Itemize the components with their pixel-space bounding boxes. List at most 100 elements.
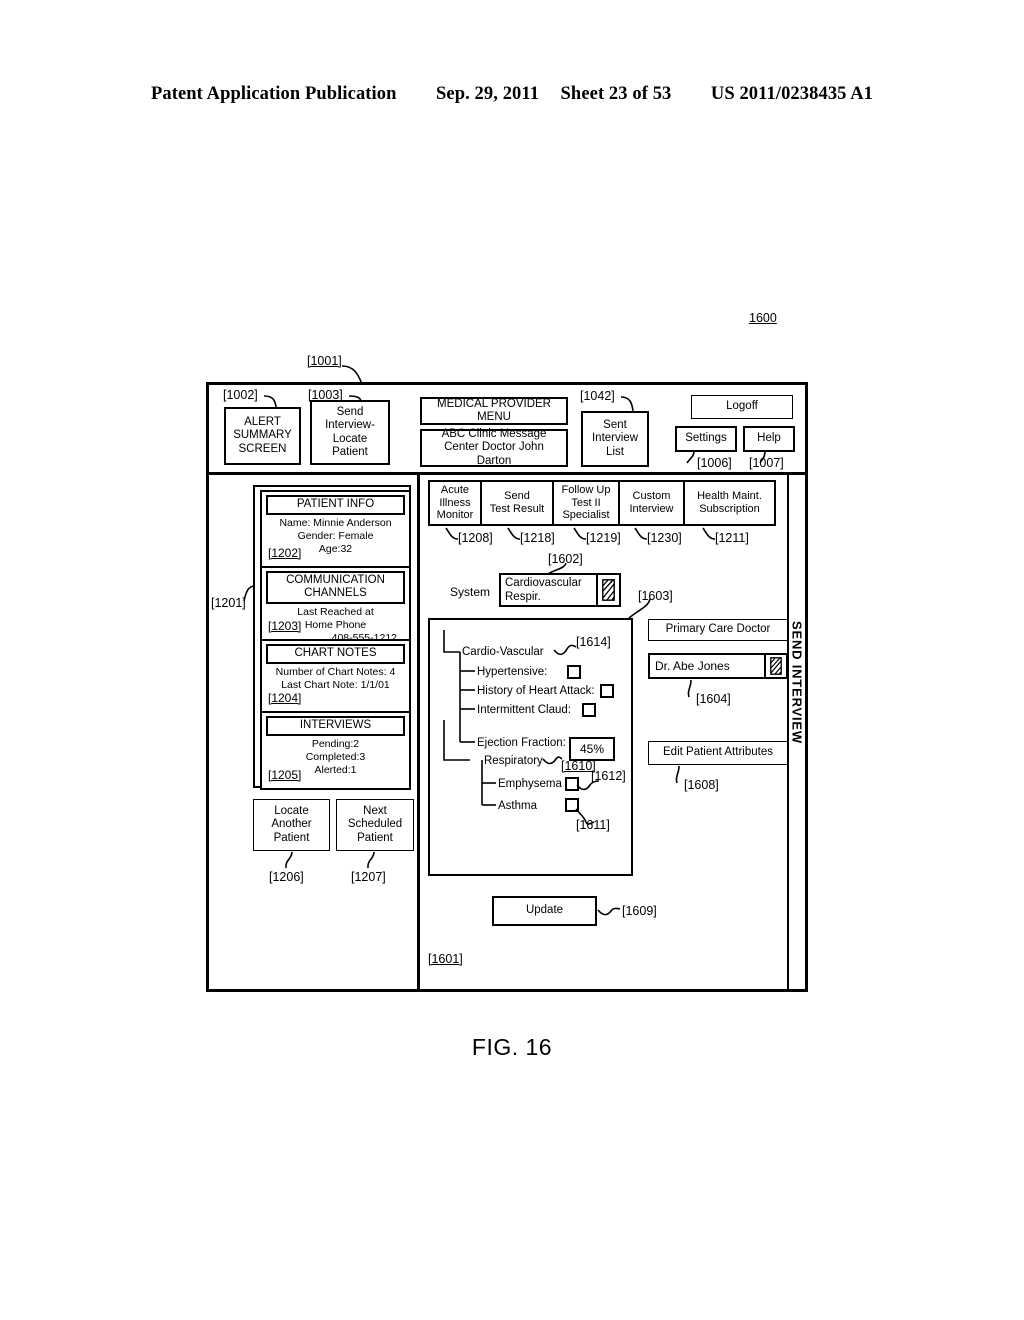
chart-notes-section: CHART NOTES Number of Chart Notes: 4 Las… (260, 639, 411, 713)
publication-date: Sep. 29, 2011 (436, 84, 540, 104)
doctor-select-value: Dr. Abe Jones (655, 659, 730, 673)
medical-provider-menu-button[interactable]: MEDICAL PROVIDER MENU (420, 397, 568, 425)
header-gap-3 (676, 84, 706, 105)
tree-node-respiratory[interactable]: Respiratory (484, 755, 543, 768)
tab-health-maintenance-subscription-label: Health Maint. Subscription (697, 490, 762, 515)
interviews-section: INTERVIEWS Pending:2 Completed:3 Alerted… (260, 711, 411, 790)
send-interview-locate-patient-label: Send Interview- Locate Patient (325, 405, 375, 458)
interview-type-tabs: Acute Illness Monitor Send Test Result Foll… (428, 480, 776, 526)
ref-1204-label: [1204] (268, 691, 302, 705)
patient-info-title: PATIENT INFO (266, 495, 405, 516)
patient-card: PATIENT INFO Name: Minnie Anderson Gende… (253, 485, 411, 790)
abc-clinic-message-center-button[interactable]: ABC Clinic Message Center Doctor John Dart… (420, 428, 568, 467)
tree-node-history-of-heart-attack: History of Heart Attack: (477, 685, 595, 697)
patient-info-section: PATIENT INFO Name: Minnie Anderson Gende… (260, 490, 411, 568)
communication-channels-line-1: Last Reached at (297, 606, 374, 619)
system-select-dropdown-icon[interactable] (596, 575, 619, 605)
ref-1603-label: [1603] (638, 589, 673, 603)
help-button[interactable]: Help (743, 426, 795, 452)
application-window: [1002] ALERT SUMMARY SCREEN [1003] Send Int… (206, 382, 808, 992)
interview-main-panel: Acute Illness Monitor Send Test Result Foll… (420, 475, 805, 992)
ref-1006-label: [1006] (697, 456, 732, 470)
alert-summary-screen-button[interactable]: ALERT SUMMARY SCREEN (224, 407, 301, 465)
tree-node-asthma: Asthma (498, 800, 537, 812)
ref-1611-label: [1611] (576, 818, 610, 832)
leader-1207 (367, 851, 375, 869)
help-label: Help (757, 432, 781, 445)
send-interview-bar: SEND INTERVIEW (787, 475, 805, 992)
ref-1202-label: [1202] (268, 546, 302, 560)
tab-follow-up-test-ii-specialist-label: Follow Up Test II Specialist (561, 484, 611, 522)
settings-label: Settings (685, 432, 727, 445)
toolbar: [1002] ALERT SUMMARY SCREEN [1003] Send Int… (209, 385, 805, 475)
figure-caption: FIG. 16 (471, 1034, 553, 1060)
send-interview-label: SEND INTERVIEW (789, 621, 805, 744)
ref-1609-label: [1609] (622, 904, 657, 918)
tab-custom-interview-label: Custom Interview (629, 490, 674, 515)
checkbox-hypertensive[interactable] (567, 665, 581, 679)
update-button[interactable]: Update (492, 896, 597, 926)
logoff-button[interactable]: Logoff (691, 395, 793, 419)
tab-send-test-result[interactable]: Send Test Result (482, 482, 554, 524)
ref-1230-label: [1230] (647, 531, 682, 545)
abc-clinic-message-center-label: ABC Clinic Message Center Doctor John Dart… (441, 428, 547, 467)
checkbox-history-of-heart-attack[interactable] (600, 684, 614, 698)
tree-node-hypertensive: Hypertensive: (477, 666, 548, 678)
hatched-dropdown-icon-2 (770, 657, 782, 675)
header-gap-1 (401, 84, 431, 105)
interviews-pending: Pending:2 (311, 738, 360, 751)
settings-button[interactable]: Settings (675, 426, 737, 452)
interviews-completed: Completed:3 (305, 751, 366, 764)
publication-title: Patent Application Publication (150, 84, 397, 104)
publication-header: Patent Application Publication Sep. 29, … (0, 84, 1024, 105)
locate-another-patient-button[interactable]: Locate Another Patient (253, 799, 330, 851)
tree-node-emphysema: Emphysema (498, 778, 562, 790)
system-select[interactable]: Cardiovascular Respir. (499, 573, 621, 607)
ejection-fraction-value[interactable]: 45% (569, 737, 615, 761)
tab-acute-illness-monitor[interactable]: Acute Illness Monitor (430, 482, 482, 524)
checkbox-intermittent-claud[interactable] (582, 703, 596, 717)
doctor-select[interactable]: Dr. Abe Jones (648, 653, 788, 679)
doctor-select-dropdown-icon[interactable] (764, 655, 786, 677)
communication-channels-title: COMMUNICATION CHANNELS (266, 571, 405, 605)
chart-notes-title: CHART NOTES (266, 644, 405, 665)
chart-notes-count: Number of Chart Notes: 4 (275, 666, 396, 679)
medical-provider-menu-label: MEDICAL PROVIDER MENU (437, 397, 551, 423)
next-scheduled-patient-button[interactable]: Next Scheduled Patient (336, 799, 414, 851)
ref-1601-label: [1601] (428, 952, 463, 966)
alert-summary-screen-label: ALERT SUMMARY SCREEN (233, 416, 292, 455)
ref-1203-label: [1203] (268, 619, 302, 633)
leader-1609 (597, 907, 621, 916)
header-gap-2 (544, 84, 556, 105)
send-interview-locate-patient-button[interactable]: Send Interview- Locate Patient (310, 400, 390, 465)
ref-1001-label: [1001] (307, 354, 342, 368)
tab-acute-illness-monitor-label: Acute Illness Monitor (436, 484, 474, 522)
ref-1612-label: [1612] (591, 769, 626, 783)
hatched-dropdown-icon (602, 579, 615, 601)
system-select-value: Cardiovascular Respir. (505, 577, 582, 603)
communication-channels-section: COMMUNICATION CHANNELS Last Reached at Ho… (260, 566, 411, 644)
ref-1604-label: [1604] (696, 692, 731, 706)
ref-1608-label: [1608] (684, 778, 719, 792)
edit-patient-attributes-button[interactable]: Edit Patient Attributes (648, 741, 788, 765)
ref-1614-label: [1614] (576, 635, 611, 649)
tab-health-maintenance-subscription[interactable]: Health Maint. Subscription (685, 482, 774, 524)
figure-ref-1600: 1600 (749, 311, 777, 325)
ref-1219-label: [1219] (586, 531, 621, 545)
ref-1206-label: [1206] (269, 870, 304, 884)
window-body: [1201] PATIENT INFO Name: Minnie Anderso… (209, 475, 805, 992)
tab-send-test-result-label: Send Test Result (489, 490, 545, 515)
condition-tree: Cardio-Vascular [1614] Hypertensive: His… (428, 618, 633, 876)
ref-1207-label: [1207] (351, 870, 386, 884)
tab-follow-up-test-ii-specialist[interactable]: Follow Up Test II Specialist (554, 482, 620, 524)
tree-node-cardio-vascular[interactable]: Cardio-Vascular (462, 646, 544, 659)
patient-info-name: Name: Minnie Anderson (279, 517, 392, 530)
edit-patient-attributes-label: Edit Patient Attributes (663, 746, 773, 759)
tree-node-ejection-fraction: Ejection Fraction: (477, 737, 566, 749)
sent-interview-list-button[interactable]: Sent Interview List (581, 411, 649, 467)
leader-1614 (553, 644, 577, 656)
ref-1218-label: [1218] (520, 531, 555, 545)
sent-interview-list-label: Sent Interview List (591, 419, 639, 458)
tab-custom-interview[interactable]: Custom Interview (620, 482, 685, 524)
primary-care-doctor-button[interactable]: Primary Care Doctor (648, 619, 788, 641)
